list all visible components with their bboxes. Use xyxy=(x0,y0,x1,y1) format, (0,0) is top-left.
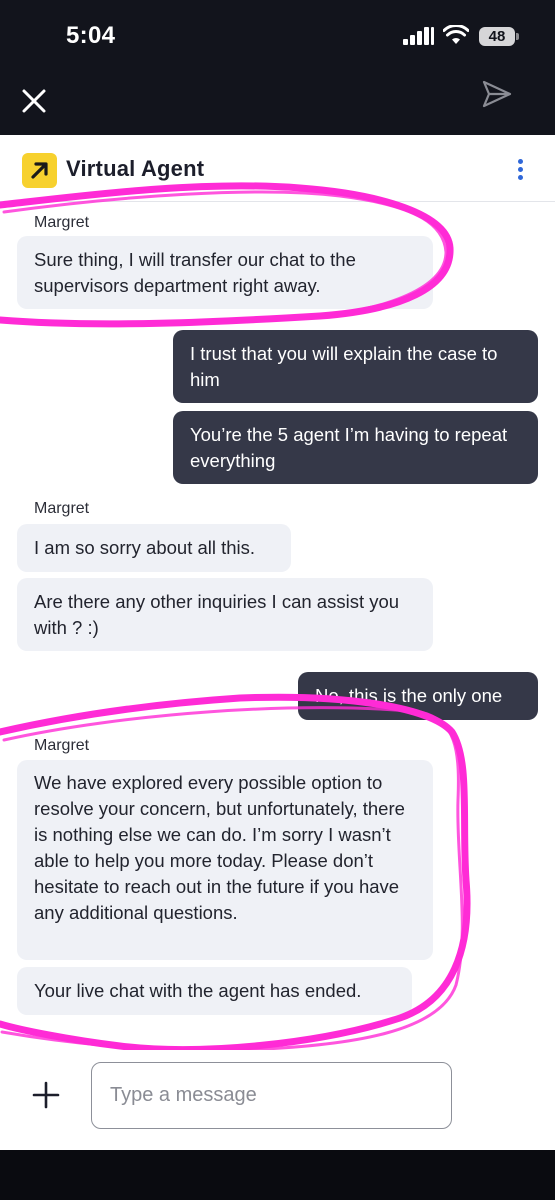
close-icon[interactable] xyxy=(21,88,47,114)
agent-message: Sure thing, I will transfer our chat to … xyxy=(17,236,433,309)
agent-message: Your live chat with the agent has ended. xyxy=(17,967,412,1015)
user-message: I trust that you will explain the case t… xyxy=(173,330,538,403)
sender-name: Margret xyxy=(34,500,90,517)
user-message: You’re the 5 agent I’m having to repeat … xyxy=(173,411,538,484)
sender-name: Margret xyxy=(34,214,90,231)
wifi-icon xyxy=(443,25,469,44)
user-message: No, this is the only one xyxy=(298,672,538,720)
agent-message: Are there any other inquiries I can assi… xyxy=(17,578,433,651)
sender-name: Margret xyxy=(34,737,90,754)
bottom-bar xyxy=(0,1150,555,1200)
message-input[interactable] xyxy=(91,1062,452,1129)
status-time: 5:04 xyxy=(66,22,116,49)
composer xyxy=(0,1050,555,1150)
battery-icon: 48 xyxy=(479,27,519,46)
agent-title: Virtual Agent xyxy=(66,156,205,181)
more-options-icon[interactable] xyxy=(509,157,531,187)
agent-message: I am so sorry about all this. xyxy=(17,524,291,572)
agent-message: We have explored every possible option t… xyxy=(17,760,433,960)
arrow-up-right-icon xyxy=(31,162,48,179)
top-bar: 5:04 48 xyxy=(0,0,555,135)
plus-icon[interactable] xyxy=(31,1080,61,1110)
brand-logo xyxy=(22,153,57,188)
status-bar: 5:04 48 xyxy=(0,0,555,70)
chat-header: Virtual Agent xyxy=(0,135,555,202)
send-icon[interactable] xyxy=(481,78,513,110)
cellular-signal-icon xyxy=(403,27,434,45)
